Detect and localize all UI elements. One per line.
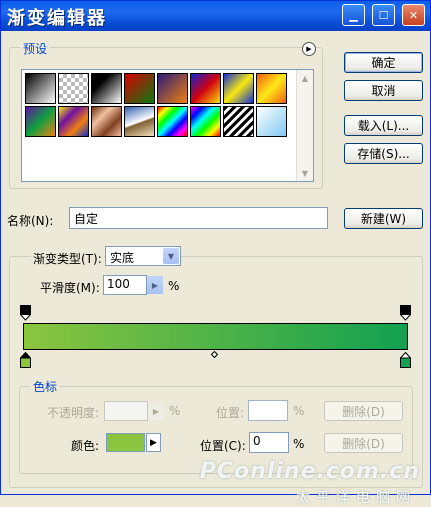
gradient-preview-bar[interactable]	[23, 323, 408, 350]
opacity-input	[104, 401, 148, 421]
delete-opacity-stop-button: 删除(D)	[324, 401, 403, 421]
gradient-type-value: 实底	[110, 251, 135, 265]
preset-swatch-orange-yellow-orange[interactable]	[256, 73, 287, 104]
delete-color-stop-button: 删除(D)	[324, 433, 403, 453]
opacity-location-label: 位置:	[216, 406, 245, 420]
cancel-button[interactable]: 取消	[344, 80, 423, 101]
midpoint-diamond-icon[interactable]	[211, 351, 218, 358]
close-icon: ✕	[408, 8, 419, 22]
name-input[interactable]: 自定	[69, 207, 328, 229]
chevron-down-icon[interactable]: ▼	[163, 248, 179, 264]
location-unit: %	[293, 437, 305, 451]
dialog-content: 预设 ▶ ▲ ▼ 确定 取消 载入(L)... 存储(S)... 名称(N): …	[5, 35, 426, 506]
presets-legend: 预设	[20, 40, 51, 57]
preset-swatch-violet-orange[interactable]	[157, 73, 188, 104]
stop-color-swatch[interactable]	[106, 433, 145, 452]
color-menu-arrow-icon[interactable]: ▶	[146, 433, 161, 452]
maximize-icon: ☐	[378, 8, 389, 22]
color-label: 颜色:	[71, 439, 100, 453]
new-button[interactable]: 新建(W)	[344, 208, 423, 229]
save-button[interactable]: 存储(S)...	[344, 143, 423, 164]
opacity-label: 不透明度:	[47, 406, 100, 420]
preset-swatch-transparent-rainbow[interactable]	[190, 106, 221, 137]
smoothness-stepper-icon[interactable]: ▶	[147, 276, 163, 294]
preset-swatch-blue-yellow-blue[interactable]	[223, 73, 254, 104]
color-stop-left-icon[interactable]	[20, 352, 31, 368]
preset-swatch-transparent-stripes[interactable]	[223, 106, 254, 137]
close-button[interactable]: ✕	[402, 4, 425, 26]
preset-swatch-light-blue[interactable]	[256, 106, 287, 137]
preset-swatch-black-white[interactable]	[91, 73, 122, 104]
preset-swatch-list[interactable]: ▲ ▼	[21, 69, 314, 182]
gradient-type-label: 渐变类型(T):	[31, 250, 104, 267]
preset-swatch-copper[interactable]	[91, 106, 122, 137]
preset-swatch-blue-red-yellow[interactable]	[190, 73, 221, 104]
gradient-editor-window: 渐变编辑器 ▁ ☐ ✕ 预设 ▶ ▲ ▼ 确定 取消 载入(L)... 存储(S…	[0, 0, 431, 506]
smoothness-input[interactable]: 100	[103, 275, 147, 295]
preset-swatch-chrome[interactable]	[124, 106, 155, 137]
watermark-logo: PConline.com.cn	[199, 459, 420, 484]
watermark-subtitle: 太平洋电脑网	[296, 490, 416, 506]
ok-button[interactable]: 确定	[344, 52, 423, 73]
presets-menu-arrow-icon[interactable]: ▶	[302, 42, 316, 56]
preset-swatch-foreground-to-transparent[interactable]	[58, 73, 89, 104]
location-label: 位置(C):	[200, 439, 246, 453]
preset-swatch-red-green[interactable]	[124, 73, 155, 104]
gradient-type-select[interactable]: 实底 ▼	[105, 246, 181, 266]
location-input[interactable]: 0	[249, 432, 289, 453]
opacity-location-unit: %	[293, 404, 305, 418]
opacity-location-input	[248, 400, 288, 421]
preset-swatch-spectrum[interactable]	[157, 106, 188, 137]
load-button[interactable]: 载入(L)...	[344, 115, 423, 136]
preset-swatch-violet-green-orange[interactable]	[25, 106, 56, 137]
smoothness-unit: %	[168, 279, 180, 293]
scroll-down-icon[interactable]: ▼	[297, 165, 313, 181]
preset-swatch-foreground-to-background[interactable]	[25, 73, 56, 104]
smoothness-label: 平滑度(M):	[40, 281, 100, 295]
minimize-button[interactable]: ▁	[342, 4, 365, 26]
preset-scrollbar[interactable]: ▲ ▼	[296, 70, 313, 181]
opacity-unit: %	[169, 404, 181, 418]
minimize-icon: ▁	[349, 8, 358, 22]
color-stop-right-icon[interactable]	[400, 352, 411, 368]
opacity-stop-left-icon[interactable]	[20, 305, 31, 321]
scroll-up-icon[interactable]: ▲	[297, 70, 313, 86]
opacity-stop-right-icon[interactable]	[400, 305, 411, 321]
name-label: 名称(N):	[7, 214, 54, 228]
opacity-stepper-icon: ▶	[148, 402, 164, 420]
window-title: 渐变编辑器	[7, 8, 107, 29]
maximize-button[interactable]: ☐	[372, 4, 395, 26]
preset-swatch-yellow-violet-orange-blue[interactable]	[58, 106, 89, 137]
color-stops-legend: 色标	[30, 378, 61, 395]
title-bar[interactable]: 渐变编辑器 ▁ ☐ ✕	[1, 1, 430, 31]
